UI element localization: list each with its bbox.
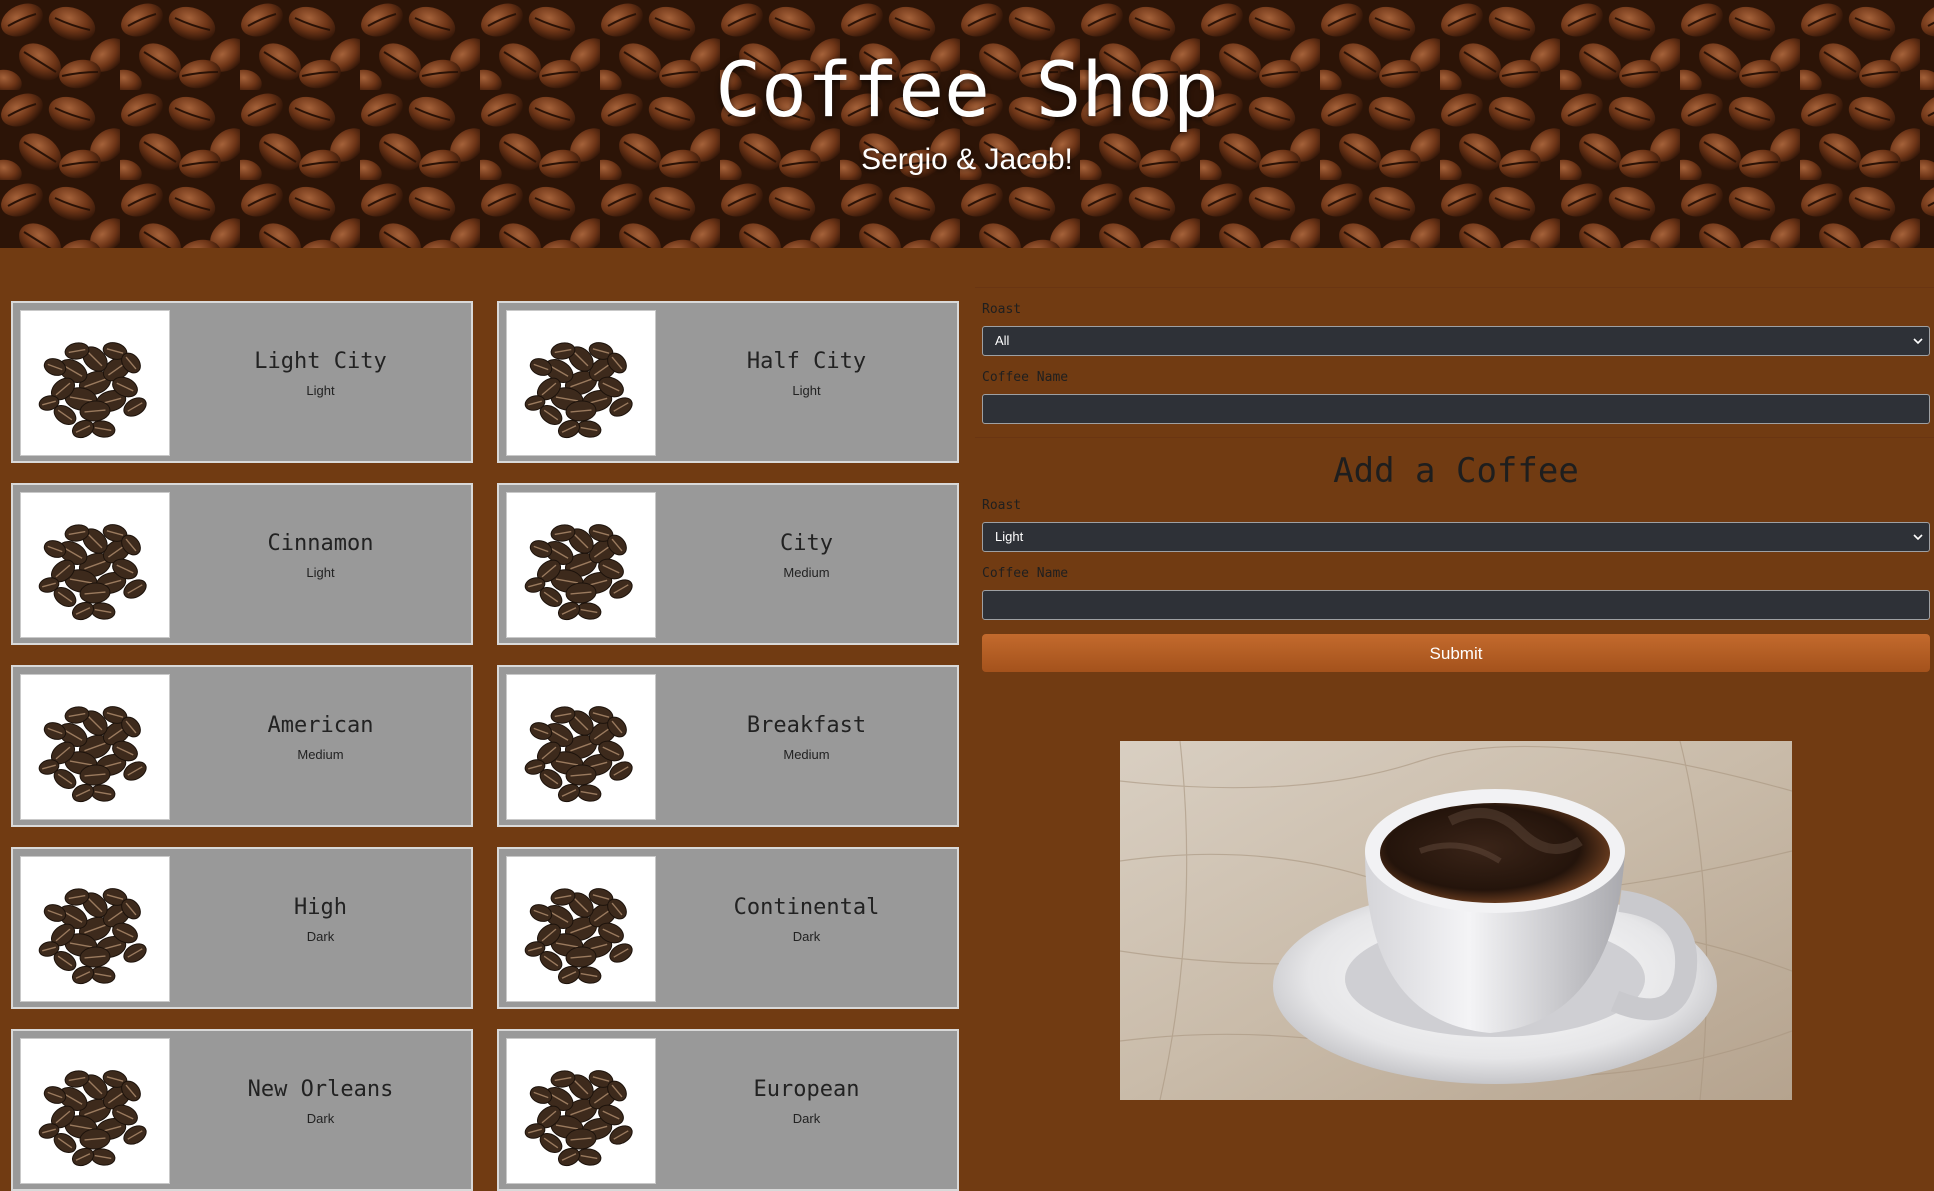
coffee-card: Light City Light bbox=[11, 301, 473, 463]
coffee-roast: Dark bbox=[306, 929, 335, 944]
coffee-name-filter-label: Coffee Name bbox=[982, 370, 1069, 385]
roast-filter-value: All bbox=[995, 333, 1010, 348]
coffee-name: New Orleans bbox=[247, 1077, 394, 1102]
coffee-beans-icon bbox=[506, 856, 656, 1002]
add-coffee-name-label: Coffee Name bbox=[982, 566, 1069, 581]
coffee-card: European Dark bbox=[497, 1029, 959, 1191]
coffee-name: High bbox=[294, 895, 347, 920]
coffee-beans-icon bbox=[20, 310, 170, 456]
coffee-beans-icon bbox=[506, 674, 656, 820]
coffee-roast: Dark bbox=[306, 1111, 335, 1126]
divider bbox=[975, 287, 1934, 288]
coffee-roast: Light bbox=[792, 383, 821, 398]
coffee-beans-icon bbox=[506, 310, 656, 456]
coffee-card: Continental Dark bbox=[497, 847, 959, 1009]
coffee-name: European bbox=[753, 1077, 860, 1102]
hero-banner: Coffee Shop Sergio & Jacob! bbox=[0, 0, 1934, 248]
coffee-roast: Medium bbox=[297, 747, 344, 762]
coffee-card: Cinnamon Light bbox=[11, 483, 473, 645]
add-coffee-name-input[interactable] bbox=[982, 590, 1930, 620]
coffee-name: Continental bbox=[733, 895, 880, 920]
coffee-roast: Medium bbox=[783, 565, 830, 580]
coffee-beans-icon bbox=[506, 1038, 656, 1184]
coffee-card: Breakfast Medium bbox=[497, 665, 959, 827]
add-roast-label: Roast bbox=[982, 498, 1022, 513]
coffee-beans-icon bbox=[506, 492, 656, 638]
divider bbox=[975, 437, 1934, 438]
coffee-name-search-input[interactable] bbox=[982, 394, 1930, 424]
page-subtitle: Sergio & Jacob! bbox=[861, 143, 1073, 176]
coffee-roast: Dark bbox=[792, 1111, 821, 1126]
roast-filter-select[interactable]: All bbox=[982, 326, 1930, 356]
coffee-roast: Light bbox=[306, 565, 335, 580]
chevron-down-icon bbox=[1913, 534, 1923, 541]
coffee-card: High Dark bbox=[11, 847, 473, 1009]
add-coffee-heading: Add a Coffee bbox=[1333, 451, 1579, 491]
roast-filter-label: Roast bbox=[982, 302, 1022, 317]
coffee-beans-icon bbox=[20, 1038, 170, 1184]
coffee-beans-icon bbox=[20, 674, 170, 820]
coffee-name: Half City bbox=[746, 349, 867, 374]
coffee-name: Cinnamon bbox=[267, 531, 374, 556]
coffee-card: American Medium bbox=[11, 665, 473, 827]
coffee-cup-photo bbox=[1120, 741, 1792, 1100]
add-roast-value: Light bbox=[995, 529, 1024, 544]
chevron-down-icon bbox=[1913, 338, 1923, 345]
coffee-roast: Medium bbox=[783, 747, 830, 762]
coffee-roast: Dark bbox=[792, 929, 821, 944]
page-title: Coffee Shop bbox=[715, 45, 1219, 134]
add-roast-select[interactable]: Light bbox=[982, 522, 1930, 552]
coffee-name: City bbox=[780, 531, 833, 556]
coffee-name: Light City bbox=[254, 349, 387, 374]
coffee-beans-icon bbox=[20, 492, 170, 638]
coffee-roast: Light bbox=[306, 383, 335, 398]
coffee-beans-icon bbox=[20, 856, 170, 1002]
coffee-name: American bbox=[267, 713, 374, 738]
coffee-name: Breakfast bbox=[746, 713, 867, 738]
coffee-card: New Orleans Dark bbox=[11, 1029, 473, 1191]
coffee-card: City Medium bbox=[497, 483, 959, 645]
coffee-card: Half City Light bbox=[497, 301, 959, 463]
submit-button[interactable]: Submit bbox=[982, 634, 1930, 672]
